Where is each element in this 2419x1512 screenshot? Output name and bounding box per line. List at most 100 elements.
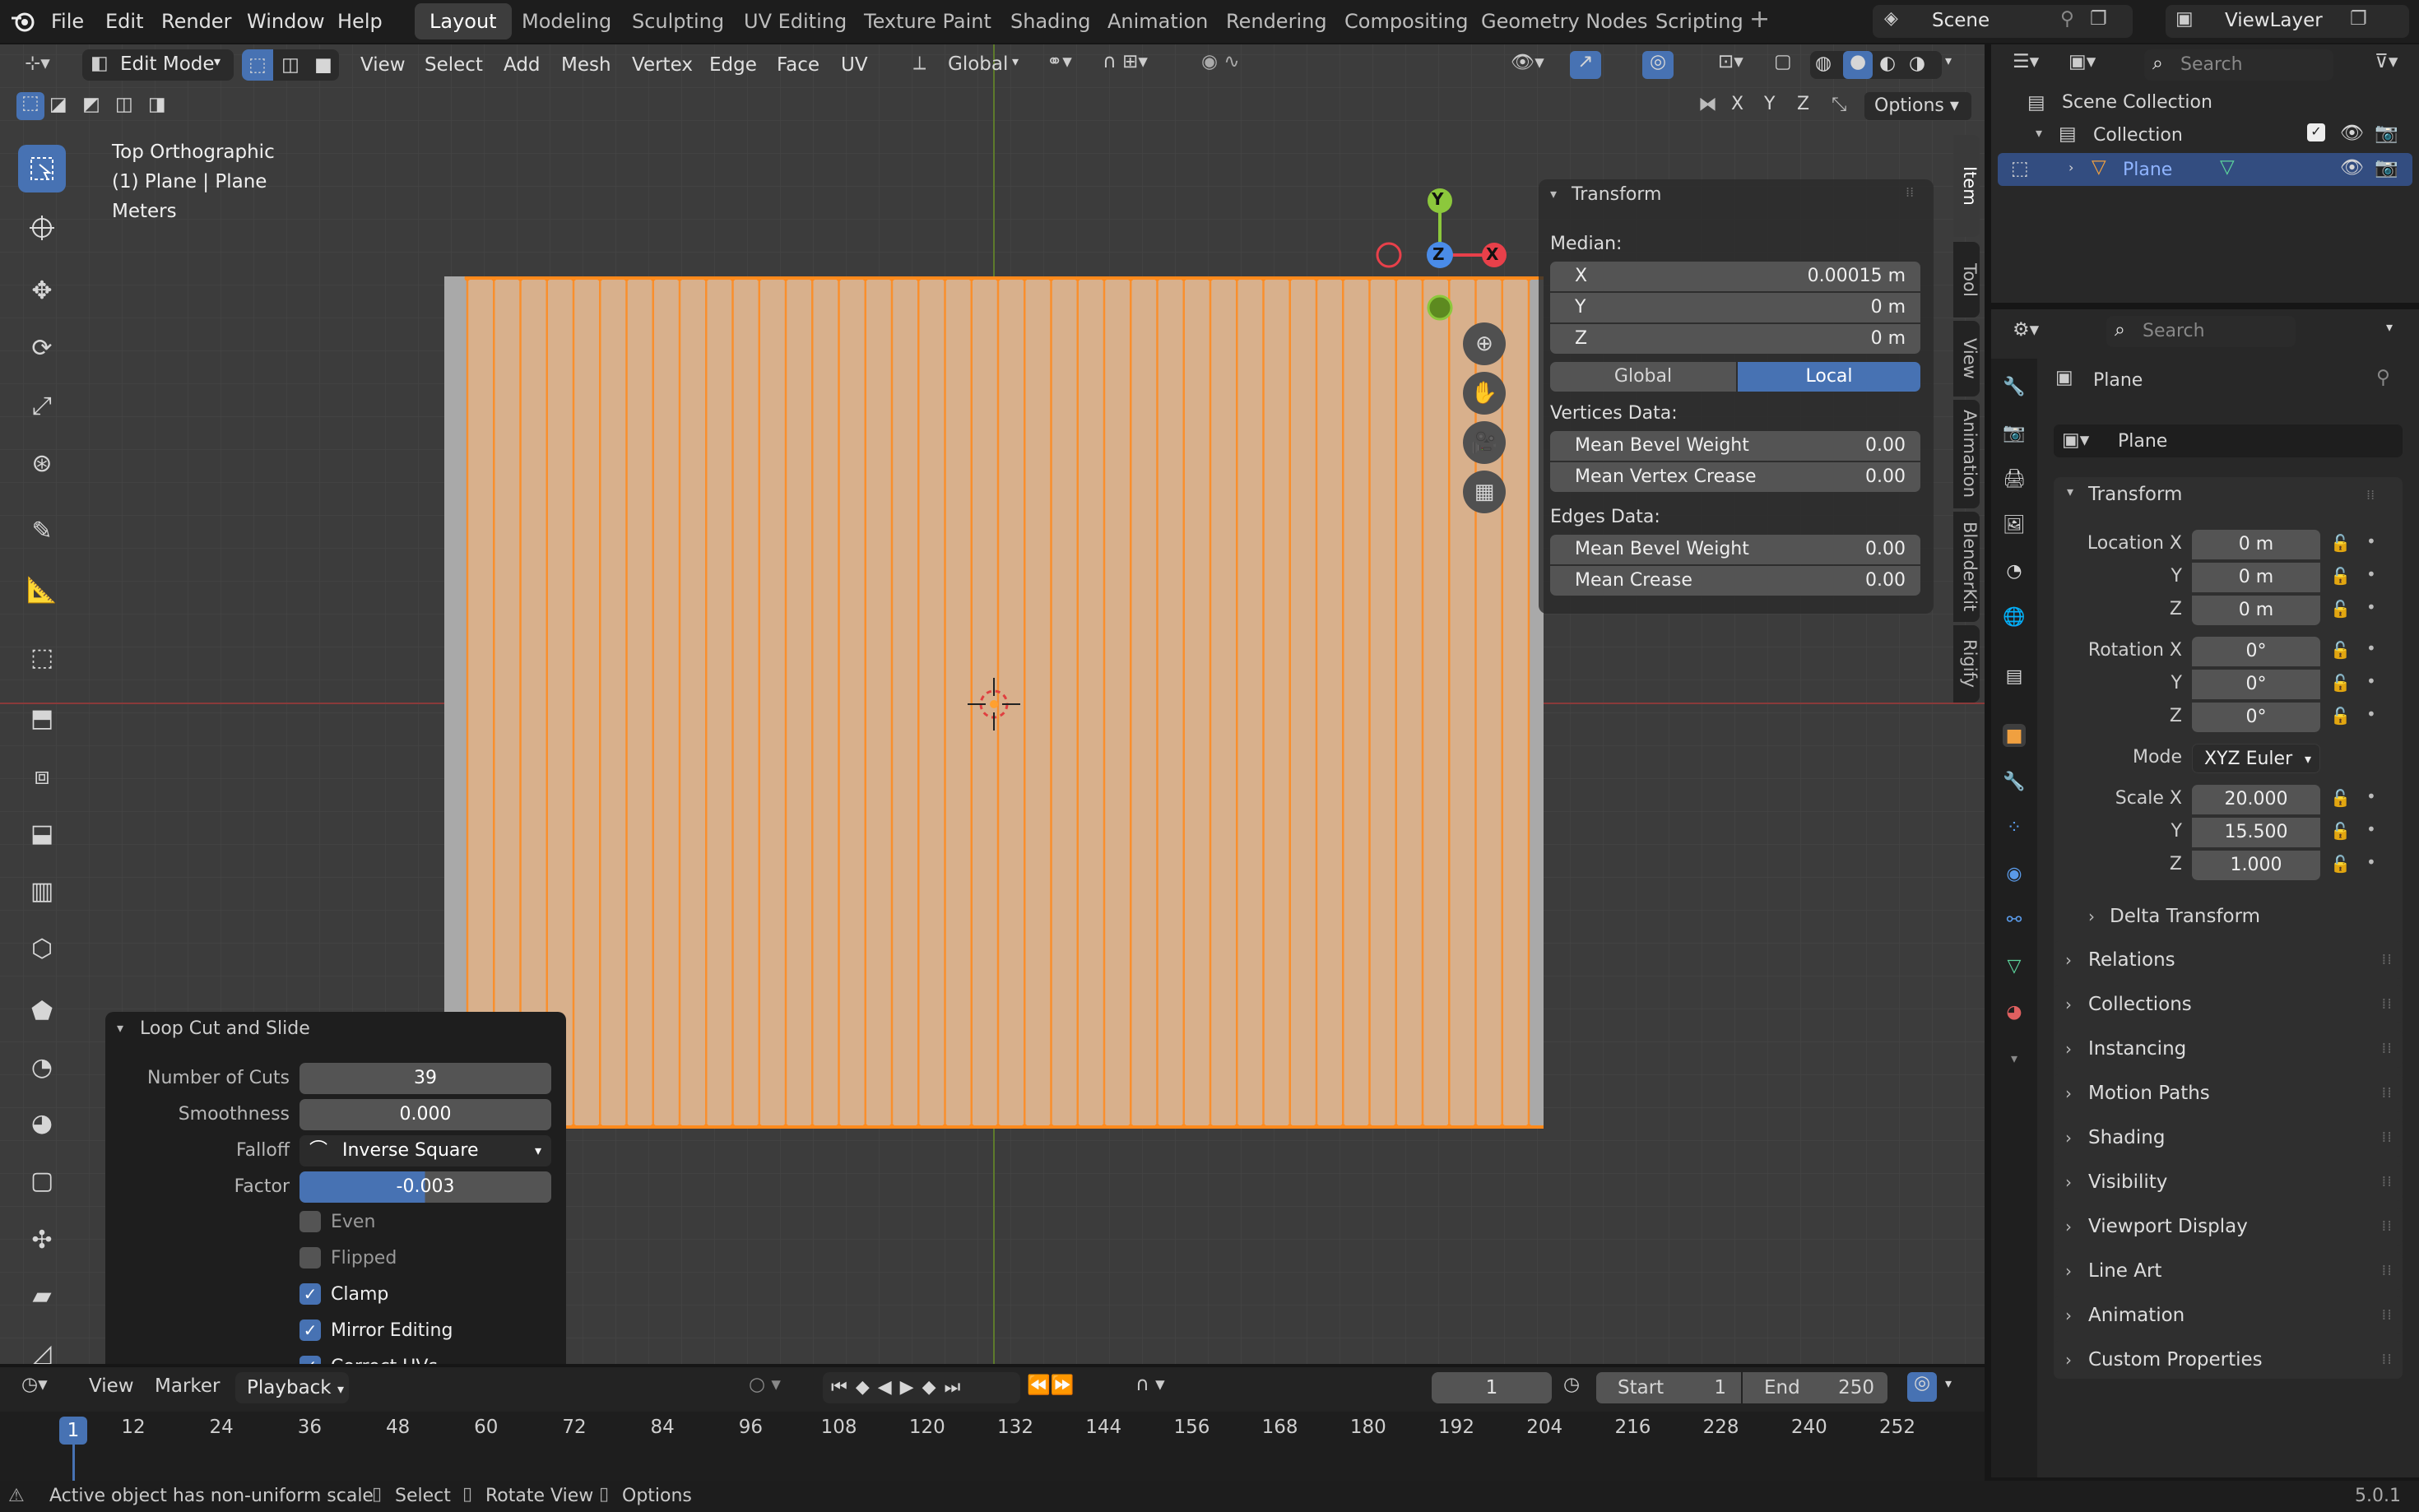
data-props-icon[interactable]: ▽ [2003, 954, 2026, 977]
drag-handle-icon[interactable]: ⁞⁞ [2382, 1030, 2393, 1068]
flipped-checkbox[interactable]: Flipped [299, 1247, 397, 1269]
wireframe-shading-icon[interactable]: ◍ [1815, 53, 1832, 74]
scene-props-icon[interactable]: ◔ [2003, 559, 2026, 582]
location-x-field[interactable]: 0 m [2192, 530, 2320, 559]
tab-shading[interactable]: Shading [996, 3, 1106, 39]
tab-rendering[interactable]: Rendering [1211, 3, 1342, 39]
extrude-tool-icon[interactable]: ⬒ [18, 694, 66, 742]
mean-bevel-weight-edge-field[interactable]: Mean Bevel Weight 0.00 [1550, 535, 1920, 564]
falloff-dropdown[interactable]: ⌒ Inverse Square ▾ [299, 1135, 551, 1166]
drag-handle-icon[interactable]: ⁞⁞ [2382, 1208, 2393, 1245]
tab-compositing[interactable]: Compositing [1330, 3, 1483, 39]
tab-layout[interactable]: Layout [415, 3, 512, 39]
camera-icon[interactable]: 📷 [2375, 122, 2398, 144]
keyframe-dot-icon[interactable]: • [2366, 704, 2376, 724]
vertex-select-icon[interactable]: ⬚ [242, 49, 273, 81]
knife-tool-icon[interactable]: ⬡ [18, 925, 66, 972]
drag-handle-icon[interactable]: ⁞⁞ [2382, 1296, 2393, 1334]
rotation-z-field[interactable]: 0° [2192, 703, 2320, 732]
timeline-menu-marker[interactable]: Marker [155, 1375, 221, 1397]
lock-icon[interactable]: 🔓 [2330, 599, 2351, 619]
transform-section-title[interactable]: Transform [2088, 484, 2182, 505]
select-invert-icon[interactable]: ◫ [115, 94, 133, 115]
tab-animation-side[interactable]: Animation [1953, 400, 1980, 508]
mirror-x-toggle[interactable]: X [1731, 94, 1743, 114]
section-line-art[interactable]: › Line Art ⁞⁞ [2054, 1252, 2403, 1290]
particles-props-icon[interactable]: ⁘ [2003, 816, 2026, 839]
loop-cut-tool-icon[interactable]: ▥ [18, 867, 66, 915]
section-collections[interactable]: › Collections ⁞⁞ [2054, 986, 2403, 1023]
keyframe-dot-icon[interactable]: • [2366, 852, 2376, 872]
location-y-field[interactable]: 0 m [2192, 563, 2320, 592]
tab-scripting[interactable]: Scripting [1641, 3, 1758, 39]
display-mode-icon[interactable]: ▣▾ [2068, 51, 2096, 72]
mean-bevel-weight-vertex-field[interactable]: Mean Bevel Weight 0.00 [1550, 431, 1920, 461]
viewport-menu-vertex[interactable]: Vertex [632, 44, 693, 86]
tab-sculpting[interactable]: Sculpting [617, 3, 739, 39]
blender-logo-icon[interactable] [10, 10, 36, 33]
outliner-row-plane[interactable]: ⬚ › ▽ Plane ▽ 👁 📷 [1998, 153, 2412, 186]
spin-tool-icon[interactable]: ◔ [18, 1043, 66, 1091]
cursor-tool-icon[interactable] [18, 204, 66, 252]
visibility-icon[interactable]: 👁▾ [1511, 51, 1544, 73]
sync-icon[interactable]: ◎ [1907, 1372, 1937, 1402]
collection-label[interactable]: Collection [2093, 125, 2183, 146]
viewport-menu-add[interactable]: Add [504, 44, 541, 86]
menu-render[interactable]: Render [161, 0, 231, 43]
playhead[interactable]: 1 [59, 1417, 87, 1445]
keyframe-dot-icon[interactable]: • [2366, 819, 2376, 839]
menu-edit[interactable]: Edit [105, 0, 143, 43]
exclude-checkbox-icon[interactable]: ✓ [2307, 123, 2325, 141]
scene-collection-label[interactable]: Scene Collection [2062, 92, 2212, 113]
filter-icon[interactable]: ⊽▾ [2375, 51, 2398, 72]
drag-handle-icon[interactable]: ⁞⁞ [1906, 184, 1914, 200]
viewport-menu-select[interactable]: Select [425, 44, 483, 86]
lock-icon[interactable]: 🔓 [2330, 640, 2351, 660]
end-frame-field[interactable]: End 250 [1743, 1372, 1887, 1403]
mirror-editing-checkbox[interactable]: ✓ Mirror Editing [299, 1320, 453, 1341]
tab-texture-paint[interactable]: Texture Paint [849, 3, 1006, 39]
prev-keyframe-icon[interactable]: ◆ [856, 1377, 878, 1398]
mode-selector[interactable]: ◧ Edit Mode ▾ [82, 49, 234, 81]
ortho-toggle-icon[interactable]: ▦ [1463, 471, 1506, 513]
drag-handle-icon[interactable]: ⁞⁞ [2382, 1119, 2393, 1157]
play-icon[interactable]: ▶ [900, 1377, 922, 1398]
section-animation[interactable]: › Animation ⁞⁞ [2054, 1296, 2403, 1334]
tab-geometry-nodes[interactable]: Geometry Nodes [1466, 3, 1662, 39]
collection-props-icon[interactable]: ▤ [2003, 665, 2026, 688]
rip-tool-icon[interactable]: ◿ [18, 1329, 66, 1365]
move-tool-icon[interactable]: ✥ [18, 267, 66, 314]
object-props-icon[interactable]: ■ [2003, 724, 2026, 747]
chevron-down-icon[interactable]: ▾ [1945, 1375, 1952, 1391]
output-props-icon[interactable]: 🖨 [2003, 467, 2026, 490]
auto-keying-icon[interactable]: ○ ▾ [749, 1374, 781, 1395]
smoothness-field[interactable]: 0.000 [299, 1099, 551, 1130]
rotation-y-field[interactable]: 0° [2192, 670, 2320, 699]
global-toggle[interactable]: Global [1550, 362, 1736, 392]
outliner-editor-icon[interactable]: ☰▾ [2013, 51, 2039, 72]
pivot-icon[interactable]: ⚭▾ [1047, 51, 1072, 72]
scale-z-field[interactable]: 1.000 [2192, 851, 2320, 880]
render-props-icon[interactable]: 📷 [2003, 421, 2026, 444]
rotate-tool-icon[interactable]: ⟳ [18, 324, 66, 372]
select-extend-icon[interactable]: ◪ [49, 94, 67, 115]
view-layer-selector[interactable]: ▣ ViewLayer ❐ [2166, 5, 2409, 38]
snap-timeline-icon[interactable]: ∩ ▾ [1135, 1374, 1165, 1395]
zoom-icon[interactable]: ⊕ [1463, 322, 1506, 365]
scene-selector[interactable]: ◈ Scene ⚲ ❐ [1873, 5, 2133, 38]
keyframe-dot-icon[interactable]: • [2366, 531, 2376, 551]
section-relations[interactable]: › Relations ⁞⁞ [2054, 941, 2403, 979]
drag-handle-icon[interactable]: ⁞⁞ [2382, 986, 2393, 1023]
shrink-fatten-tool-icon[interactable]: ✣ [18, 1216, 66, 1264]
transform-tool-icon[interactable]: ⊛ [18, 439, 66, 487]
camera-icon[interactable]: 📷 [2375, 156, 2398, 179]
tab-tool[interactable]: Tool [1953, 242, 1980, 318]
editor-type-icon[interactable]: ⊹▾ [25, 53, 50, 74]
physics-props-icon[interactable]: ◉ [2003, 862, 2026, 885]
timeline-editor-icon[interactable]: ◷▾ [21, 1374, 48, 1395]
chevron-down-icon[interactable]: ▾ [2003, 1046, 2026, 1069]
tab-animation[interactable]: Animation [1093, 3, 1223, 39]
section-motion-paths[interactable]: › Motion Paths ⁞⁞ [2054, 1074, 2403, 1112]
object-name-field[interactable]: ▣▾ Plane [2054, 424, 2403, 457]
chevron-down-icon[interactable]: ▾ [2036, 125, 2042, 141]
